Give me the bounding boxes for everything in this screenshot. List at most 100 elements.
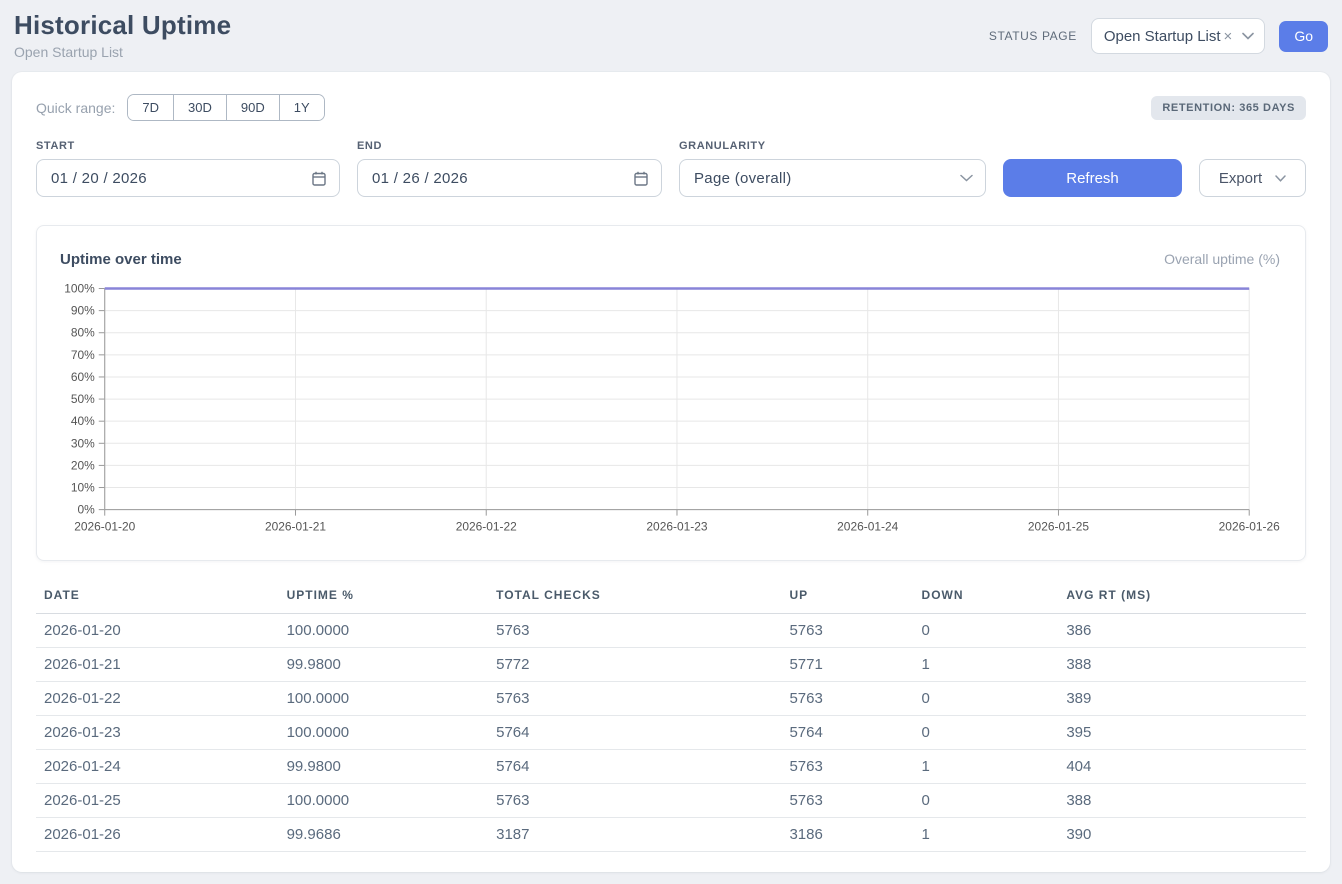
- start-label: START: [36, 140, 340, 152]
- granularity-select[interactable]: Page (overall): [679, 159, 986, 197]
- uptime-chart-card: Uptime over time Overall uptime (%) 0% 10…: [36, 225, 1306, 561]
- table-cell: 5763: [781, 784, 913, 818]
- table-row: 2026-01-25100.0000576357630388: [36, 784, 1306, 818]
- export-button[interactable]: Export: [1199, 159, 1306, 197]
- status-page-label: STATUS PAGE: [989, 29, 1077, 43]
- column-header: AVG RT (MS): [1058, 584, 1306, 614]
- svg-text:100%: 100%: [64, 281, 95, 295]
- table-cell: 2026-01-22: [36, 682, 279, 716]
- status-page-selected-value: Open Startup List: [1104, 28, 1221, 45]
- table-cell: 388: [1058, 784, 1306, 818]
- quick-range-90d-button[interactable]: 90D: [226, 95, 279, 120]
- granularity-field: GRANULARITY Page (overall): [679, 140, 986, 197]
- table-cell: 5763: [488, 682, 781, 716]
- svg-text:30%: 30%: [71, 436, 95, 450]
- quick-range-7d-button[interactable]: 7D: [128, 95, 173, 120]
- table-cell: 0: [914, 682, 1059, 716]
- svg-text:2026-01-20: 2026-01-20: [74, 520, 135, 534]
- retention-badge: RETENTION: 365 DAYS: [1151, 96, 1306, 120]
- page-subtitle: Open Startup List: [14, 44, 231, 60]
- page-root: Historical Uptime Open Startup List STAT…: [0, 0, 1342, 872]
- svg-text:50%: 50%: [71, 392, 95, 406]
- table-cell: 99.9800: [279, 648, 489, 682]
- uptime-table: DATEUPTIME %TOTAL CHECKSUPDOWNAVG RT (MS…: [36, 584, 1306, 852]
- quick-range-1y-button[interactable]: 1Y: [279, 95, 324, 120]
- chevron-down-icon: [1242, 32, 1254, 40]
- table-cell: 5763: [781, 682, 913, 716]
- chevron-down-icon: [960, 174, 973, 182]
- svg-text:70%: 70%: [71, 348, 95, 362]
- table-cell: 0: [914, 784, 1059, 818]
- table-cell: 2026-01-24: [36, 750, 279, 784]
- clear-selection-icon[interactable]: ×: [1224, 29, 1233, 44]
- column-header: UP: [781, 584, 913, 614]
- table-cell: 100.0000: [279, 784, 489, 818]
- table-row: 2026-01-22100.0000576357630389: [36, 682, 1306, 716]
- svg-text:2026-01-26: 2026-01-26: [1219, 520, 1280, 534]
- table-cell: 2026-01-20: [36, 614, 279, 648]
- table-cell: 5763: [781, 614, 913, 648]
- topbar-right: STATUS PAGE Open Startup List × Go: [989, 18, 1328, 54]
- filters-row: START 01 / 20 / 2026 END 01 / 26 / 2026: [36, 140, 1306, 197]
- table-cell: 3187: [488, 818, 781, 852]
- quick-range-group: 7D30D90D1Y: [127, 94, 324, 121]
- end-date-field: END 01 / 26 / 2026: [357, 140, 662, 197]
- table-cell: 395: [1058, 716, 1306, 750]
- table-cell: 5764: [488, 716, 781, 750]
- table-cell: 0: [914, 716, 1059, 750]
- table-header-row: DATEUPTIME %TOTAL CHECKSUPDOWNAVG RT (MS…: [36, 584, 1306, 614]
- chart-title: Uptime over time: [60, 251, 182, 268]
- quick-range-30d-button[interactable]: 30D: [173, 95, 226, 120]
- svg-text:2026-01-21: 2026-01-21: [265, 520, 326, 534]
- chart-header: Uptime over time Overall uptime (%): [37, 226, 1305, 272]
- table-cell: 3186: [781, 818, 913, 852]
- end-label: END: [357, 140, 662, 152]
- svg-text:60%: 60%: [71, 370, 95, 384]
- page-title: Historical Uptime: [14, 10, 231, 41]
- uptime-chart: 0%10%20%30%40%50%60%70%80%90%100%2026-01…: [37, 272, 1305, 561]
- svg-text:2026-01-25: 2026-01-25: [1028, 520, 1089, 534]
- table-row: 2026-01-23100.0000576457640395: [36, 716, 1306, 750]
- start-date-input[interactable]: 01 / 20 / 2026: [36, 159, 340, 197]
- table-cell: 5772: [488, 648, 781, 682]
- svg-text:0%: 0%: [78, 503, 96, 517]
- end-date-value: 01 / 26 / 2026: [372, 170, 468, 187]
- table-cell: 1: [914, 818, 1059, 852]
- status-page-select[interactable]: Open Startup List ×: [1091, 18, 1266, 54]
- table-row: 2026-01-2699.9686318731861390: [36, 818, 1306, 852]
- svg-text:40%: 40%: [71, 414, 95, 428]
- calendar-icon[interactable]: [311, 170, 327, 187]
- table-cell: 2026-01-25: [36, 784, 279, 818]
- table-cell: 2026-01-23: [36, 716, 279, 750]
- svg-text:2026-01-23: 2026-01-23: [646, 520, 707, 534]
- table-cell: 5764: [781, 716, 913, 750]
- go-button[interactable]: Go: [1279, 21, 1328, 52]
- table-row: 2026-01-20100.0000576357630386: [36, 614, 1306, 648]
- svg-text:90%: 90%: [71, 304, 95, 318]
- table-cell: 1: [914, 750, 1059, 784]
- table-cell: 5763: [781, 750, 913, 784]
- table-cell: 0: [914, 614, 1059, 648]
- table-cell: 2026-01-26: [36, 818, 279, 852]
- table-cell: 100.0000: [279, 682, 489, 716]
- calendar-icon[interactable]: [633, 170, 649, 187]
- table-cell: 100.0000: [279, 614, 489, 648]
- end-date-input[interactable]: 01 / 26 / 2026: [357, 159, 662, 197]
- column-header: UPTIME %: [279, 584, 489, 614]
- svg-text:2026-01-22: 2026-01-22: [456, 520, 517, 534]
- table-cell: 99.9686: [279, 818, 489, 852]
- table-cell: 5771: [781, 648, 913, 682]
- table-cell: 5763: [488, 614, 781, 648]
- column-header: DATE: [36, 584, 279, 614]
- title-block: Historical Uptime Open Startup List: [14, 10, 231, 60]
- table-cell: 100.0000: [279, 716, 489, 750]
- table-cell: 99.9800: [279, 750, 489, 784]
- chart-legend: Overall uptime (%): [1164, 251, 1280, 267]
- refresh-button[interactable]: Refresh: [1003, 159, 1182, 197]
- table-row: 2026-01-2199.9800577257711388: [36, 648, 1306, 682]
- table-cell: 389: [1058, 682, 1306, 716]
- table-cell: 388: [1058, 648, 1306, 682]
- svg-text:20%: 20%: [71, 458, 95, 472]
- start-date-field: START 01 / 20 / 2026: [36, 140, 340, 197]
- table-row: 2026-01-2499.9800576457631404: [36, 750, 1306, 784]
